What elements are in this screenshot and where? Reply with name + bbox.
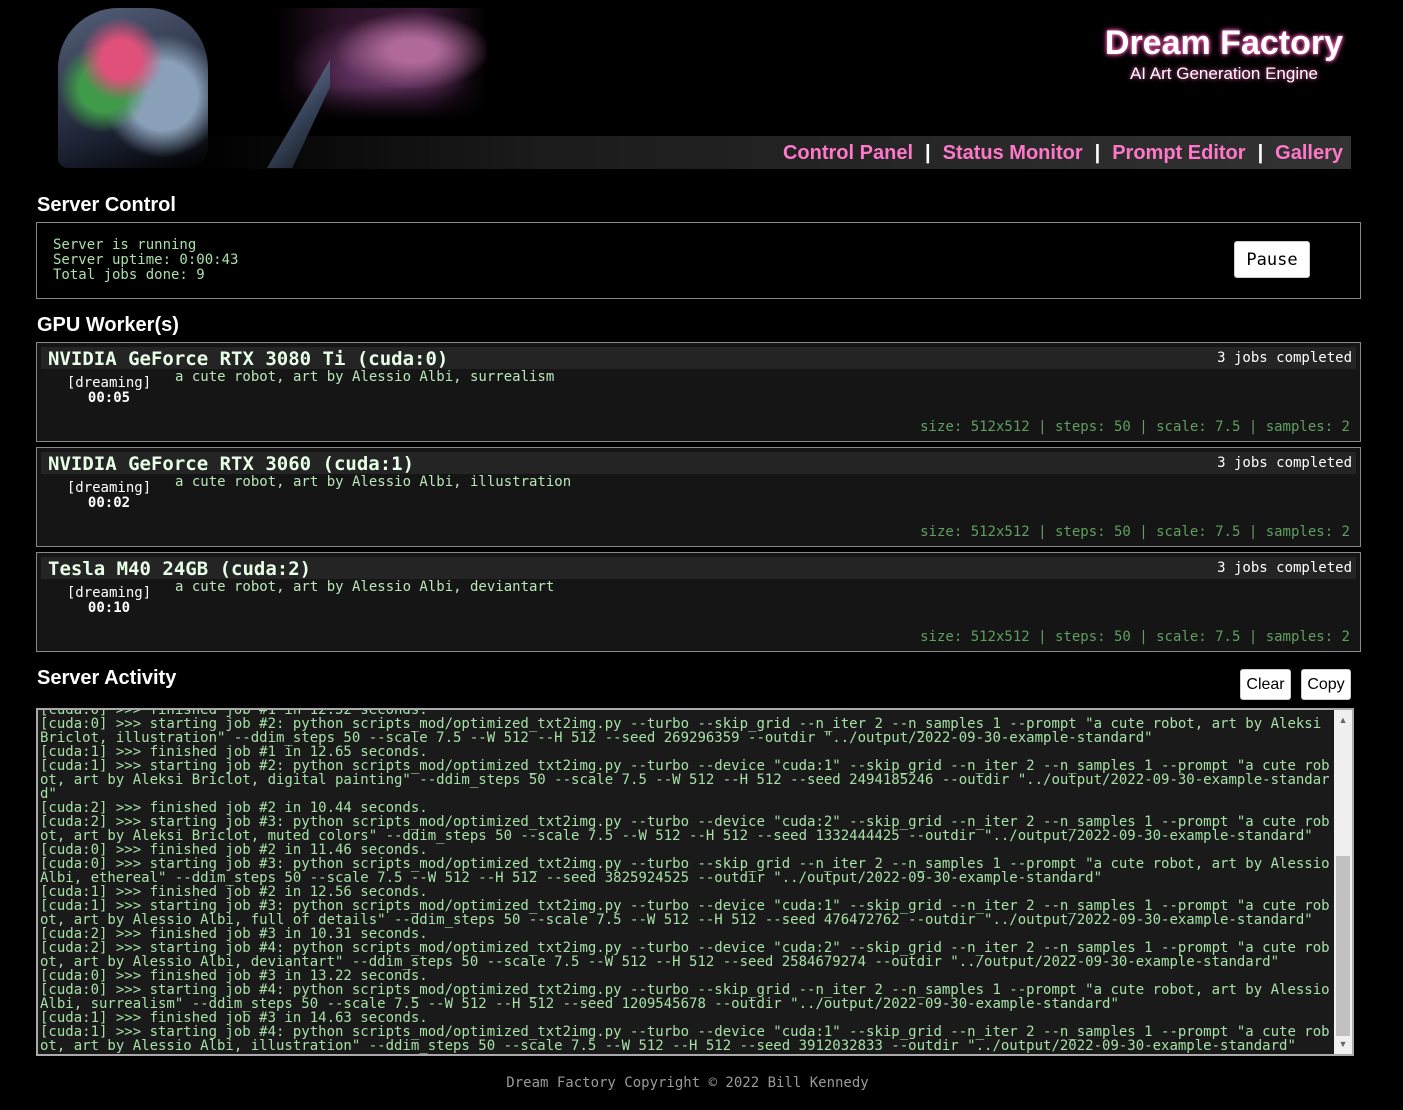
server-activity-log-box[interactable]: [cuda:0] >>> finished job #1 in 12.52 se… xyxy=(36,708,1354,1056)
gpu-state: [dreaming] 00:10 xyxy=(64,586,154,616)
footer-copyright: Dream Factory Copyright © 2022 Bill Kenn… xyxy=(506,1075,869,1091)
copy-log-button[interactable]: Copy xyxy=(1301,669,1351,700)
gpu-jobs-completed: 3 jobs completed xyxy=(1217,560,1352,576)
server-running-line: Server is running xyxy=(53,237,197,253)
gpu-current-prompt: a cute robot, art by Alessio Albi, devia… xyxy=(175,579,555,595)
nav-separator: | xyxy=(1257,141,1264,164)
gpu-job-params: size: 512x512 | steps: 50 | scale: 7.5 |… xyxy=(920,629,1350,645)
gpu-worker-header: Tesla M40 24GB (cuda:2) 3 jobs completed xyxy=(41,557,1356,580)
nav-prompt-editor[interactable]: Prompt Editor xyxy=(1112,142,1245,165)
nav-gallery[interactable]: Gallery xyxy=(1275,142,1343,165)
app-title: Dream Factory xyxy=(1104,24,1343,62)
gpu-state: [dreaming] 00:02 xyxy=(64,481,154,511)
gpu-worker-header: NVIDIA GeForce RTX 3060 (cuda:1) 3 jobs … xyxy=(41,452,1356,475)
gpu-workers-heading: GPU Worker(s) xyxy=(37,314,179,336)
nav-status-monitor[interactable]: Status Monitor xyxy=(943,142,1083,165)
gpu-state-label: [dreaming] xyxy=(66,375,152,391)
nav-control-panel[interactable]: Control Panel xyxy=(783,142,913,165)
server-activity-log-text: [cuda:0] >>> finished job #1 in 12.52 se… xyxy=(40,708,1330,1054)
gpu-worker-card: NVIDIA GeForce RTX 3060 (cuda:1) 3 jobs … xyxy=(36,447,1361,547)
gpu-state: [dreaming] 00:05 xyxy=(64,376,154,406)
clear-log-button[interactable]: Clear xyxy=(1240,669,1291,700)
gpu-job-params: size: 512x512 | steps: 50 | scale: 7.5 |… xyxy=(920,419,1350,435)
server-uptime-line: Server uptime: 0:00:43 xyxy=(53,252,239,268)
server-control-heading: Server Control xyxy=(37,194,176,216)
gpu-state-label: [dreaming] xyxy=(66,480,152,496)
gpu-jobs-completed: 3 jobs completed xyxy=(1217,455,1352,471)
gpu-state-label: [dreaming] xyxy=(66,585,152,601)
total-jobs-line: Total jobs done: 9 xyxy=(53,267,205,283)
header: Dream Factory AI Art Generation Engine C… xyxy=(0,0,1403,175)
scroll-down-arrow-icon[interactable]: ▼ xyxy=(1334,1036,1352,1052)
scroll-up-arrow-icon[interactable]: ▲ xyxy=(1334,712,1352,728)
gpu-elapsed-time: 00:05 xyxy=(87,390,131,406)
server-activity-heading: Server Activity xyxy=(37,667,177,689)
gpu-name: NVIDIA GeForce RTX 3080 Ti (cuda:0) xyxy=(48,348,449,370)
gpu-name: Tesla M40 24GB (cuda:2) xyxy=(48,558,312,580)
gpu-worker-card: NVIDIA GeForce RTX 3080 Ti (cuda:0) 3 jo… xyxy=(36,342,1361,442)
nav-separator: | xyxy=(1094,141,1101,164)
server-control-panel: Server is running Server uptime: 0:00:43… xyxy=(36,222,1361,299)
server-status-text: Server is running Server uptime: 0:00:43… xyxy=(53,238,238,283)
gpu-current-prompt: a cute robot, art by Alessio Albi, illus… xyxy=(175,474,572,490)
gpu-elapsed-time: 00:10 xyxy=(87,600,131,616)
log-scrollbar[interactable]: ▲ ▼ xyxy=(1334,710,1352,1054)
gpu-elapsed-time: 00:02 xyxy=(87,495,131,511)
gpu-worker-header: NVIDIA GeForce RTX 3080 Ti (cuda:0) 3 jo… xyxy=(41,347,1356,370)
robot-head-art xyxy=(58,8,208,168)
gpu-job-params: size: 512x512 | steps: 50 | scale: 7.5 |… xyxy=(920,524,1350,540)
scrollbar-thumb[interactable] xyxy=(1336,856,1350,1036)
gpu-jobs-completed: 3 jobs completed xyxy=(1217,350,1352,366)
nav-separator: | xyxy=(925,141,931,164)
main-nav: Control Panel | Status Monitor | Prompt … xyxy=(783,141,1343,165)
gpu-worker-card: Tesla M40 24GB (cuda:2) 3 jobs completed… xyxy=(36,552,1361,652)
app-subtitle: AI Art Generation Engine xyxy=(1129,64,1318,83)
gpu-name: NVIDIA GeForce RTX 3060 (cuda:1) xyxy=(48,453,415,475)
pause-button[interactable]: Pause xyxy=(1234,241,1310,278)
gpu-current-prompt: a cute robot, art by Alessio Albi, surre… xyxy=(175,369,555,385)
